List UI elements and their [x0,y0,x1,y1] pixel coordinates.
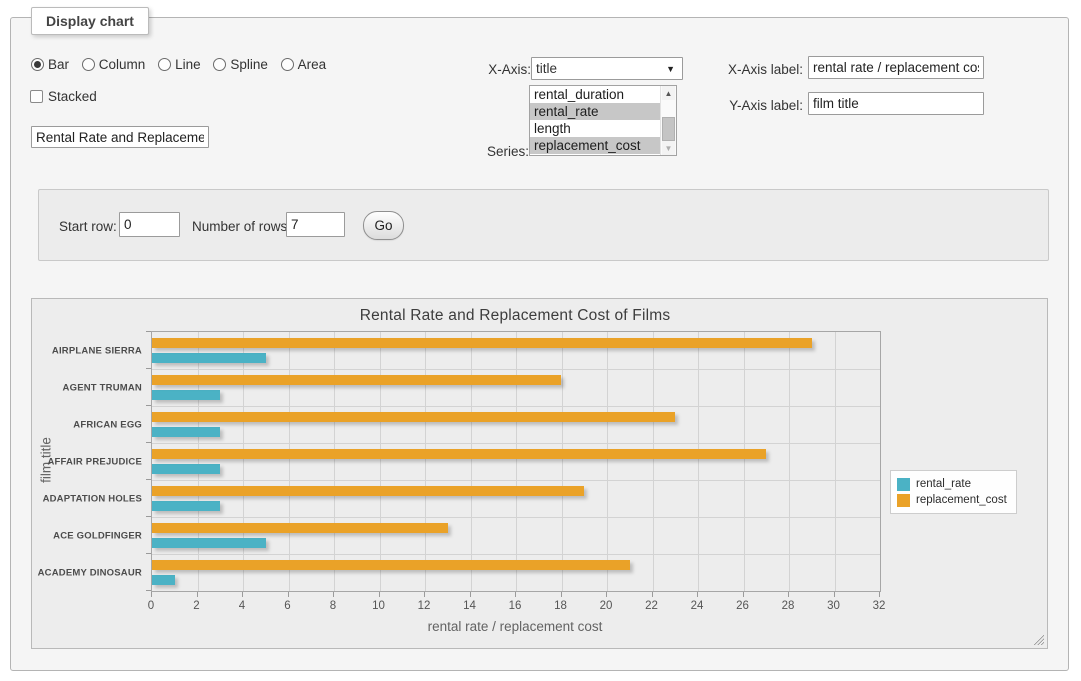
chart-container: Rental Rate and Replacement Cost of Film… [31,298,1048,649]
number-of-rows-input[interactable] [286,212,345,237]
radio-option-area[interactable]: Area [281,57,327,72]
x-tick-label: 14 [463,600,476,612]
chart-legend: rental_rate replacement_cost [890,470,1017,514]
y-tick-label: AIRPLANE SIERRA [32,345,142,356]
bar-replacement_cost-4 [152,486,584,496]
bar-replacement_cost-1 [152,375,561,385]
go-button[interactable]: Go [363,211,404,240]
x-axis-selected-value: title [536,61,557,76]
stacked-option[interactable]: Stacked [30,89,97,104]
x-tick-label: 2 [193,600,199,612]
x-tick-label: 6 [284,600,290,612]
series-option-rental-duration[interactable]: rental_duration [530,86,661,103]
legend-item-replacement-cost: replacement_cost [897,492,1007,508]
resize-grip-icon[interactable] [1034,635,1044,645]
chart-type-radio-group: Bar Column Line Spline Area [31,57,335,74]
radio-line-icon[interactable] [158,58,171,71]
radio-bar-icon[interactable] [31,58,44,71]
x-tick-label: 8 [330,600,336,612]
x-tick-label: 22 [645,600,658,612]
x-tick-label: 18 [554,600,567,612]
x-tick-label: 20 [600,600,613,612]
radio-column-icon[interactable] [82,58,95,71]
x-tick-label: 28 [782,600,795,612]
bar-replacement_cost-2 [152,412,675,422]
x-axis-label-caption: X-Axis label: [711,62,803,77]
series-list-label: Series: [449,144,529,159]
radio-option-bar[interactable]: Bar [31,57,69,72]
x-tick-label: 16 [509,600,522,612]
bar-rental_rate-4 [152,501,220,511]
x-tick-label: 32 [873,600,886,612]
series-list-scrollbar[interactable]: ▲ ▼ [660,86,676,155]
bar-replacement_cost-5 [152,523,448,533]
x-tick-label: 26 [736,600,749,612]
radio-option-spline[interactable]: Spline [213,57,268,72]
fieldset-legend: Display chart [31,7,149,35]
y-tick-label: ACADEMY DINOSAUR [32,567,142,578]
start-row-input[interactable] [119,212,180,237]
x-tick-label: 24 [691,600,704,612]
scrollbar-down-arrow-icon[interactable]: ▼ [662,141,675,155]
legend-item-rental-rate: rental_rate [897,476,1007,492]
number-of-rows-label: Number of rows: [192,219,291,234]
x-tick-label: 12 [418,600,431,612]
stacked-checkbox[interactable] [30,90,43,103]
x-tick-label: 4 [239,600,245,612]
radio-area-label: Area [298,57,327,72]
y-tick-label: AFFAIR PREJUDICE [32,456,142,467]
start-row-label: Start row: [59,219,117,234]
series-option-replacement-cost[interactable]: replacement_cost [530,137,661,154]
bar-rental_rate-1 [152,390,220,400]
y-axis-label-caption: Y-Axis label: [711,98,803,113]
row-controls-panel [38,189,1049,261]
radio-bar-label: Bar [48,57,69,72]
chart-x-axis-label: rental rate / replacement cost [151,619,879,634]
legend-label-replacement-cost: replacement_cost [916,494,1007,506]
x-tick-label: 30 [827,600,840,612]
legend-label-rental-rate: rental_rate [916,478,971,490]
x-tick-label: 10 [372,600,385,612]
bar-replacement_cost-3 [152,449,766,459]
y-tick-label: ADAPTATION HOLES [32,493,142,504]
bar-rental_rate-0 [152,353,266,363]
stacked-label: Stacked [48,89,97,104]
radio-option-line[interactable]: Line [158,57,201,72]
bar-replacement_cost-0 [152,338,812,348]
series-option-rental-rate[interactable]: rental_rate [530,103,661,120]
x-axis-select[interactable]: title ▼ [531,57,683,80]
y-tick-label: AFRICAN EGG [32,419,142,430]
y-tick-label: ACE GOLDFINGER [32,530,142,541]
bar-replacement_cost-6 [152,560,630,570]
bar-rental_rate-3 [152,464,220,474]
chart-title: Rental Rate and Replacement Cost of Film… [151,307,879,325]
display-chart-fieldset: Display chart Bar Column Line Spline Are… [10,17,1069,671]
x-axis-select-label: X-Axis: [469,62,531,77]
x-tick-label: 0 [148,600,154,612]
bar-rental_rate-2 [152,427,220,437]
y-axis-label-input[interactable] [808,92,984,115]
scrollbar-thumb[interactable] [662,117,675,141]
radio-option-column[interactable]: Column [82,57,146,72]
radio-area-icon[interactable] [281,58,294,71]
radio-spline-icon[interactable] [213,58,226,71]
series-option-length[interactable]: length [530,120,661,137]
chart-title-input[interactable] [31,126,209,148]
legend-swatch-rental-rate-icon [897,478,910,491]
legend-swatch-replacement-cost-icon [897,494,910,507]
bar-rental_rate-6 [152,575,175,585]
radio-line-label: Line [175,57,201,72]
chart-plot-area [151,331,881,592]
x-axis-label-input[interactable] [808,56,984,79]
scrollbar-up-arrow-icon[interactable]: ▲ [662,86,675,100]
select-dropdown-arrow-icon: ▼ [666,64,675,74]
y-tick-label: AGENT TRUMAN [32,382,142,393]
series-multiselect[interactable]: rental_duration rental_rate length repla… [529,85,677,156]
radio-spline-label: Spline [230,57,268,72]
bar-rental_rate-5 [152,538,266,548]
radio-column-label: Column [99,57,146,72]
